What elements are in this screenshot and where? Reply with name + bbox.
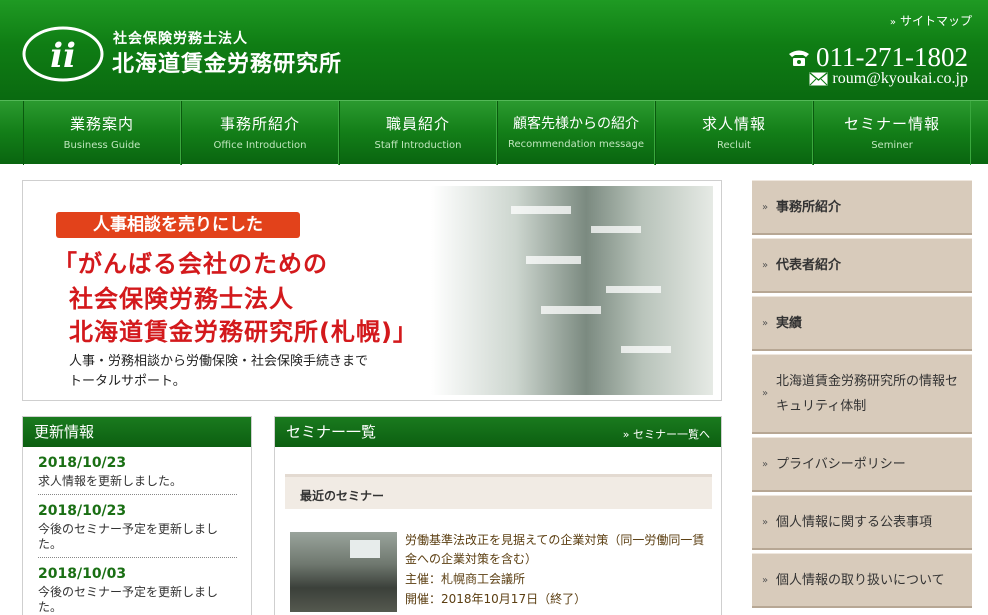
update-text: 今後のセミナー予定を更新しました。 (38, 585, 219, 614)
hero-title-line: 「がんばる会社のための (53, 250, 328, 278)
sidebar-item-label: 代表者紹介 (776, 257, 842, 273)
seminar-item[interactable]: 労働基準法改正を見据えての企業対策（同一労働同一賃金への企業対策を含む） 主催：… (285, 509, 712, 615)
phone-number: 011-271-1802 (788, 42, 968, 73)
chevron-right-icon: » (762, 388, 769, 399)
chevron-right-icon: » (762, 574, 769, 586)
nav-label: 業務案内 (69, 115, 134, 133)
hero-title-line: 北海道賃金労務研究所(札幌)」 (69, 318, 418, 346)
sidebar-item-security[interactable]: » 北海道賃金労務研究所の情報セキュリティ体制 (752, 354, 972, 434)
sidebar-item-label: 実績 (776, 315, 803, 331)
sidebar-item-privacy[interactable]: » プライバシーポリシー (752, 437, 972, 492)
logo-icon[interactable]: ii (22, 25, 104, 83)
nav-label: 事務所紹介 (219, 115, 300, 133)
seminar-title[interactable]: 労働基準法改正を見据えての企業対策（同一労働同一賃金への企業対策を含む） (405, 531, 707, 569)
nav-item-recruit[interactable]: 求人情報 Recluit (655, 101, 813, 165)
sidebar-item-personal-info[interactable]: » 個人情報の取り扱いについて (752, 553, 972, 608)
nav-label: 求人情報 (701, 115, 766, 133)
chevron-right-icon: » (762, 201, 769, 213)
nav-sublabel: Business Guide (63, 140, 141, 151)
sitemap-label: サイトマップ (899, 14, 972, 28)
hero-banner: 人事相談を売りにした 「がんばる会社のための 社会保険労務士法人 北海道賃金労務… (22, 180, 722, 401)
update-item[interactable]: 2018/10/23 今後のセミナー予定を更新しました。 (38, 495, 237, 558)
sidebar-item-label: 事務所紹介 (776, 199, 842, 215)
recent-seminars-heading: 最近のセミナー (300, 489, 385, 503)
sitemap-link[interactable]: » サイトマップ (890, 12, 972, 29)
hero-subtitle-line: トータルサポート。 (69, 374, 186, 389)
chevron-right-icon: » (762, 458, 769, 470)
svg-text:ii: ii (50, 36, 76, 76)
seminar-date: 開催：2018年10月17日（終了） (405, 592, 587, 606)
updates-panel: 更新情報 2018/10/23 求人情報を更新しました。 2018/10/23 … (22, 416, 252, 615)
nav-label: 顧客先様からの紹介 (513, 116, 639, 132)
recent-seminars: 最近のセミナー 労働基準法改正を見据えての企業対策（同一労働同一賃金への企業対策… (285, 474, 712, 615)
sidebar-menu: » 事務所紹介 » 代表者紹介 » 実績 » 北海道賃金労務研究所の情報セキュリティ体制… (752, 180, 972, 615)
phone-text: 011-271-1802 (816, 42, 968, 72)
nav-sublabel: Staff Introduction (374, 140, 462, 151)
update-text: 今後のセミナー予定を更新しました。 (38, 522, 219, 551)
sidebar-item-label: 北海道賃金労務研究所の情報セキュリティ体制 (776, 373, 959, 414)
seminar-host: 主催：札幌商工会議所 (405, 572, 526, 586)
nav-label: セミナー情報 (843, 115, 940, 133)
nav-label: 職員紹介 (385, 115, 450, 133)
sidebar-item-public-notice[interactable]: » 個人情報に関する公表事項 (752, 495, 972, 550)
hero-title-line: 社会保険労務士法人 (69, 285, 294, 313)
seminar-list-link[interactable]: » セミナー一覧へ (623, 426, 710, 442)
hero-photo (431, 186, 713, 395)
chevron-right-icon: » (762, 516, 769, 528)
seminar-list-link-label: セミナー一覧へ (633, 428, 710, 441)
nav-sublabel: Seminer (871, 140, 913, 151)
hero-subtitle-line: 人事・労務相談から労働保険・社会保険手続きまで (69, 354, 369, 369)
chevron-right-icon: » (889, 17, 896, 28)
update-date: 2018/10/23 (38, 455, 127, 471)
sidebar-item-office[interactable]: » 事務所紹介 (752, 180, 972, 235)
hero-badge: 人事相談を売りにした (56, 212, 300, 238)
updates-heading: 更新情報 (23, 417, 251, 447)
update-text: 求人情報を更新しました。 (38, 474, 183, 488)
sidebar-item-label: 個人情報の取り扱いについて (776, 572, 945, 588)
nav-list: 業務案内 Business Guide 事務所紹介 Office Introduct… (23, 101, 971, 165)
sidebar-item-label: プライバシーポリシー (776, 456, 906, 472)
chevron-right-icon: » (762, 259, 769, 271)
mail-icon (809, 72, 828, 86)
nav-sublabel: Office Introduction (213, 140, 307, 151)
site-header: ii 社会保険労務士法人 北海道賃金労務研究所 » サイトマップ 011-271-… (0, 0, 988, 100)
email-address[interactable]: roum@kyoukai.co.jp (809, 70, 968, 88)
seminar-photo[interactable] (290, 532, 397, 612)
nav-item-staff[interactable]: 職員紹介 Staff Introduction (339, 101, 497, 165)
nav-item-office[interactable]: 事務所紹介 Office Introduction (181, 101, 339, 165)
update-date: 2018/10/23 (38, 503, 127, 519)
update-date: 2018/10/03 (38, 566, 127, 582)
seminar-panel: セミナー一覧 » セミナー一覧へ 最近のセミナー 労働基準法改正を見据えての企業… (274, 416, 722, 615)
logo-subtitle: 社会保険労務士法人 (113, 31, 248, 47)
nav-item-seminar[interactable]: セミナー情報 Seminer (813, 101, 971, 165)
email-text: roum@kyoukai.co.jp (832, 70, 968, 87)
phone-icon (789, 50, 810, 66)
sidebar-item-results[interactable]: » 実績 (752, 296, 972, 351)
chevron-right-icon: » (762, 317, 769, 329)
sidebar-item-representative[interactable]: » 代表者紹介 (752, 238, 972, 293)
update-item[interactable]: 2018/10/03 今後のセミナー予定を更新しました。 (38, 558, 237, 615)
update-item[interactable]: 2018/10/23 求人情報を更新しました。 (38, 447, 237, 495)
chevron-right-icon: » (622, 428, 630, 441)
nav-item-business[interactable]: 業務案内 Business Guide (23, 101, 181, 165)
nav-item-recommendation[interactable]: 顧客先様からの紹介 Recommendation message (497, 101, 655, 165)
sidebar-item-label: 個人情報に関する公表事項 (776, 514, 933, 530)
logo-title[interactable]: 北海道賃金労務研究所 (112, 46, 342, 78)
nav-sublabel: Recluit (717, 140, 751, 151)
nav-sublabel: Recommendation message (508, 139, 644, 150)
global-nav: 業務案内 Business Guide 事務所紹介 Office Introduct… (0, 100, 988, 165)
